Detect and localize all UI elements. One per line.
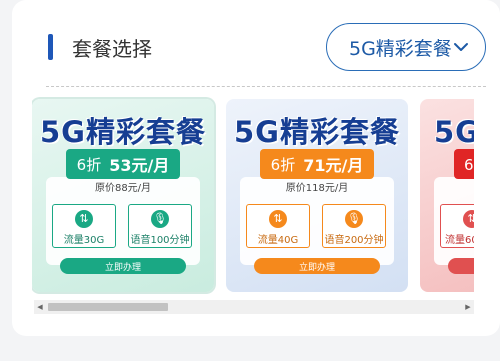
- feature-data: ⇅ 流量30G: [52, 204, 116, 248]
- data-transfer-icon: ⇅: [75, 210, 93, 228]
- price-ribbon: 6折: [454, 149, 474, 179]
- price-label: 71元/月: [303, 156, 364, 175]
- feature-voice: 🎙 语音100分钟: [128, 204, 192, 248]
- divider: [46, 86, 486, 87]
- data-transfer-icon: ⇅: [463, 210, 474, 228]
- chevron-down-icon: [454, 43, 468, 51]
- discount-label: 6折: [270, 155, 296, 174]
- section-title: 套餐选择: [72, 37, 152, 61]
- feature-data-label: 流量60G: [445, 235, 474, 246]
- discount-label: 6折: [76, 155, 102, 174]
- feature-data-label: 流量30G: [63, 235, 105, 246]
- discount-label: 6折: [464, 155, 474, 174]
- feature-data: ⇅ 流量60G: [440, 204, 474, 248]
- card-headline: 5G精彩套餐: [234, 115, 400, 149]
- apply-button[interactable]: 立即办理: [60, 258, 186, 274]
- feature-voice-label: 语音100分钟: [130, 235, 190, 246]
- feature-data: ⇅ 流量40G: [246, 204, 310, 248]
- dropdown-selected-value: 5G精彩套餐: [349, 37, 452, 60]
- original-price: 原价118元/月: [285, 183, 349, 194]
- plan-card-3[interactable]: 5G精彩套餐 6折 ⇅ 流量60G: [420, 99, 474, 292]
- apply-button[interactable]: 立即办理: [254, 258, 380, 274]
- plan-card-2[interactable]: 5G精彩套餐 6折 71元/月 原价118元/月 ⇅ 流量40G 🎙 语音200…: [226, 99, 408, 292]
- feature-data-label: 流量40G: [257, 235, 299, 246]
- microphone-icon: 🎙: [151, 210, 169, 228]
- apply-button[interactable]: [448, 258, 474, 274]
- plan-carousel[interactable]: 5G精彩套餐 6折 53元/月 原价88元/月 ⇅ 流量30G 🎙 语音100分…: [32, 96, 474, 296]
- original-price: 原价88元/月: [94, 183, 152, 194]
- triangle-left-icon[interactable]: ◀: [34, 300, 46, 314]
- price-ribbon: 6折 53元/月: [66, 149, 180, 179]
- microphone-icon: 🎙: [345, 210, 363, 228]
- price-label: 53元/月: [109, 156, 170, 175]
- scrollbar-thumb[interactable]: [48, 303, 168, 311]
- plan-card-1[interactable]: 5G精彩套餐 6折 53元/月 原价88元/月 ⇅ 流量30G 🎙 语音100分…: [32, 99, 214, 292]
- horizontal-scrollbar[interactable]: ◀ ▶: [34, 300, 474, 314]
- title-accent-bar: [48, 34, 53, 60]
- feature-voice-label: 语音200分钟: [324, 235, 384, 246]
- price-ribbon: 6折 71元/月: [260, 149, 374, 179]
- plan-dropdown[interactable]: 5G精彩套餐: [326, 23, 486, 71]
- feature-voice: 🎙 语音200分钟: [322, 204, 386, 248]
- data-transfer-icon: ⇅: [269, 210, 287, 228]
- triangle-right-icon[interactable]: ▶: [462, 300, 474, 314]
- card-headline: 5G精彩套餐: [434, 115, 474, 149]
- card-headline: 5G精彩套餐: [40, 115, 206, 149]
